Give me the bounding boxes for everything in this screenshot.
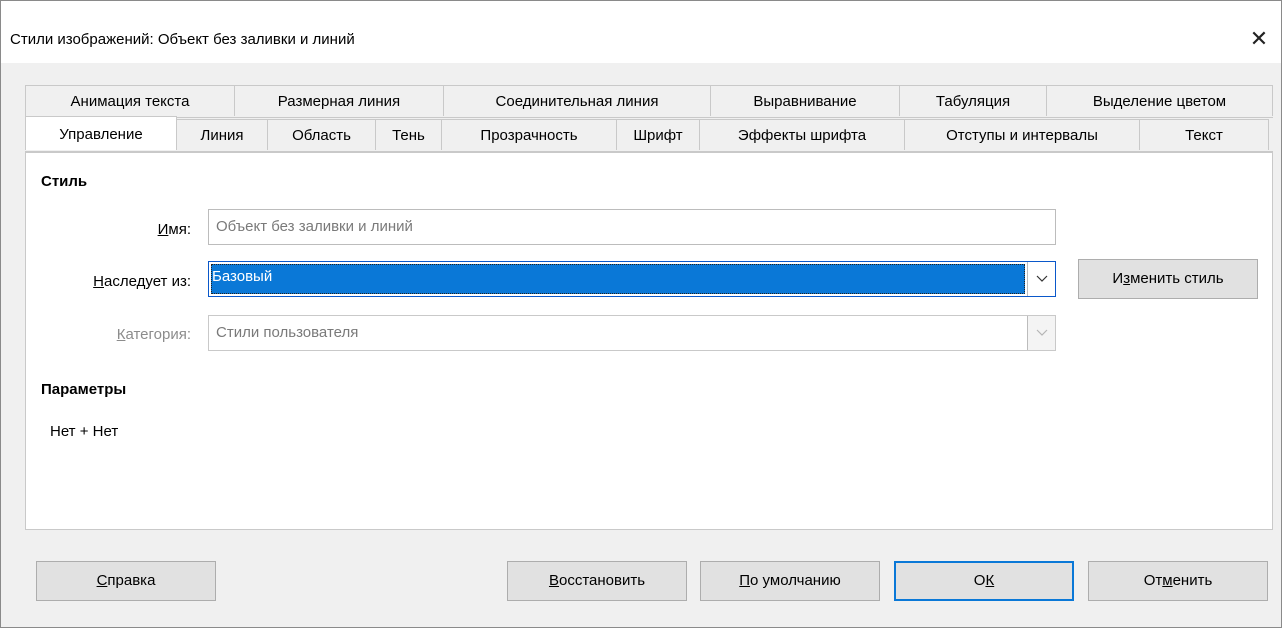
button-bar: Справка Восстановить По умолчанию ОК Отм… [1, 531, 1281, 627]
name-field[interactable]: Объект без заливки и линий [208, 209, 1056, 245]
inherit-from-value: Базовый [212, 268, 273, 285]
category-label: Категория: [116, 326, 191, 343]
tab-connector-line[interactable]: Соединительная линия [443, 85, 711, 116]
tab-font[interactable]: Шрифт [616, 119, 700, 150]
category-value: Стили пользователя [216, 324, 359, 341]
tab-transparency[interactable]: Прозрачность [441, 119, 617, 150]
inherit-from-label: Наследует из: [93, 273, 191, 290]
chevron-down-icon [1036, 275, 1047, 282]
cancel-button[interactable]: Отменить [1088, 561, 1268, 601]
close-icon: ✕ [1249, 26, 1269, 51]
title-bar: Стили изображений: Объект без заливки и … [1, 1, 1281, 63]
tab-text-animation[interactable]: Анимация текста [25, 85, 235, 116]
params-value: Нет + Нет [50, 423, 119, 440]
inherit-dropdown-button[interactable] [1027, 262, 1055, 296]
tab-row-2: Управление Линия Область Тень Прозрачнос… [25, 116, 1273, 152]
tab-alignment[interactable]: Выравнивание [710, 85, 900, 116]
tab-line[interactable]: Линия [176, 119, 268, 150]
close-button[interactable]: ✕ [1237, 19, 1281, 59]
help-button[interactable]: Справка [36, 561, 216, 601]
params-section-heading: Параметры [41, 381, 127, 398]
ok-button[interactable]: ОК [894, 561, 1074, 601]
window-title: Стили изображений: Объект без заливки и … [10, 31, 355, 48]
inherit-from-select[interactable]: Базовый [208, 261, 1056, 297]
styles-dialog: Стили изображений: Объект без заливки и … [0, 0, 1282, 628]
selection-highlight [211, 264, 1025, 294]
default-button[interactable]: По умолчанию [700, 561, 880, 601]
tab-organizer[interactable]: Управление [25, 116, 177, 150]
reset-button[interactable]: Восстановить [507, 561, 687, 601]
tab-highlighting[interactable]: Выделение цветом [1046, 85, 1273, 116]
chevron-down-icon [1036, 329, 1047, 336]
category-dropdown-button[interactable] [1027, 316, 1055, 350]
tab-row-1: Анимация текста Размерная линия Соединит… [25, 85, 1273, 118]
tab-indents-spacing[interactable]: Отступы и интервалы [904, 119, 1140, 150]
style-section-heading: Стиль [41, 173, 88, 190]
tab-tabs[interactable]: Табуляция [899, 85, 1047, 116]
tab-text[interactable]: Текст [1139, 119, 1269, 150]
edit-style-button[interactable]: Изменить стиль [1078, 259, 1258, 299]
name-field-value: Объект без заливки и линий [216, 218, 413, 235]
tab-area[interactable]: Область [267, 119, 376, 150]
tab-font-effects[interactable]: Эффекты шрифта [699, 119, 905, 150]
category-select[interactable]: Стили пользователя [208, 315, 1056, 351]
tab-shadow[interactable]: Тень [375, 119, 442, 150]
organizer-panel: Стиль Имя: Объект без заливки и линий На… [25, 152, 1273, 530]
tab-dimension-line[interactable]: Размерная линия [234, 85, 444, 116]
name-label: Имя: [157, 221, 191, 238]
